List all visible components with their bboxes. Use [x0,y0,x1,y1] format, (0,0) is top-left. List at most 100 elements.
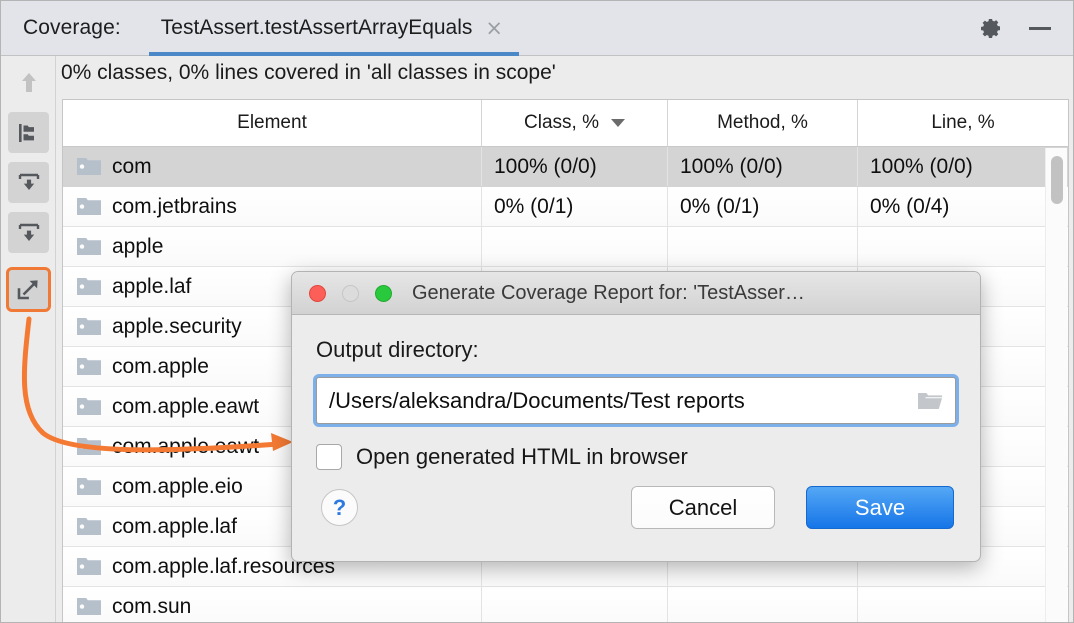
folder-icon [77,477,101,496]
table-cell-class: 0% (0/1) [482,187,668,226]
table-cell-method: 100% (0/0) [668,147,858,186]
table-cell-class [482,227,668,266]
table-cell-element: com [63,147,482,186]
table-header-row: Element Class, % Method, % Line, % [63,100,1068,147]
table-cell-line [858,587,1068,623]
open-html-checkbox-label[interactable]: Open generated HTML in browser [356,444,688,470]
cell-text: 0% (0/4) [870,195,949,219]
tab-test-assert[interactable]: TestAssert.testAssertArrayEquals × [149,1,519,56]
folder-icon [77,317,101,336]
generate-coverage-report-dialog: Generate Coverage Report for: 'TestAsser… [291,271,981,562]
dialog-titlebar: Generate Coverage Report for: 'TestAsser… [292,272,980,315]
cell-text: 0% (0/1) [680,195,759,219]
toolbar-up-arrow-button[interactable] [8,62,49,103]
output-directory-field[interactable]: /Users/aleksandra/Documents/Test reports [316,377,956,424]
column-header-label: Method, % [717,112,808,134]
cell-text: com.jetbrains [112,195,237,219]
cell-text: apple.security [112,315,242,339]
open-html-checkbox[interactable] [316,444,342,470]
folder-icon [77,397,101,416]
scrollbar-thumb[interactable] [1051,156,1063,204]
table-cell-method [668,227,858,266]
folder-icon [77,517,101,536]
table-cell-class: 100% (0/0) [482,147,668,186]
tab-active-underline [149,52,519,56]
dialog-body: Output directory: /Users/aleksandra/Docu… [292,315,980,470]
cell-text: apple.laf [112,275,191,299]
cell-text: 100% (0/0) [494,155,597,179]
close-icon[interactable]: × [485,18,503,39]
folder-icon [77,277,101,296]
table-row[interactable]: apple [63,227,1068,267]
toolbar-expand-all-button[interactable] [8,162,49,203]
up-arrow-icon [16,70,42,96]
column-header-label: Line, % [931,112,994,134]
cell-text: 0% (0/1) [494,195,573,219]
table-cell-class [482,587,668,623]
cell-text: 100% (0/0) [680,155,783,179]
zoom-button[interactable] [375,285,392,302]
folder-icon [77,237,101,256]
table-cell-line: 0% (0/4) [858,187,1068,226]
folder-icon [77,157,101,176]
open-html-checkbox-row[interactable]: Open generated HTML in browser [316,444,956,470]
table-cell-line [858,227,1068,266]
toolbar-collapse-all-button[interactable] [8,212,49,253]
table-row[interactable]: com.jetbrains 0% (0/1) 0% (0/1) 0% (0/4) [63,187,1068,227]
help-button[interactable]: ? [321,489,358,526]
coverage-label: Coverage: [23,16,121,40]
close-button[interactable] [309,285,326,302]
cell-text: com.apple.eawt [112,395,259,419]
column-header-element[interactable]: Element [63,100,482,146]
cell-text: 100% (0/0) [870,155,973,179]
coverage-toolbar [1,56,56,623]
cell-text: com [112,155,152,179]
table-cell-line: 100% (0/0) [858,147,1068,186]
toolbar-export-report-button[interactable] [8,269,49,310]
dialog-title: Generate Coverage Report for: 'TestAsser… [412,282,805,305]
coverage-summary: 0% classes, 0% lines covered in 'all cla… [61,61,556,85]
column-header-line[interactable]: Line, % [858,100,1068,146]
cell-text: com.sun [112,595,191,619]
tool-window-header: Coverage: TestAssert.testAssertArrayEqua… [1,1,1074,56]
cell-text: com.apple.eawt [112,435,259,459]
folder-icon [77,357,101,376]
folder-icon [77,557,101,576]
column-header-label: Class, % [524,112,599,134]
minimize-icon[interactable] [1029,27,1051,30]
coverage-tool-window: Coverage: TestAssert.testAssertArrayEqua… [0,0,1074,623]
folder-icon [77,197,101,216]
table-cell-element: apple [63,227,482,266]
folder-browse-icon[interactable] [917,390,943,411]
sort-descending-icon [611,119,625,127]
cancel-button[interactable]: Cancel [631,486,775,529]
cell-text: com.apple.laf [112,515,237,539]
toolbar-flatten-packages-button[interactable] [8,112,49,153]
column-header-label: Element [237,112,307,134]
tab-label: TestAssert.testAssertArrayEquals [161,16,473,40]
gear-icon[interactable] [979,16,1003,40]
table-row[interactable]: com 100% (0/0) 100% (0/0) 100% (0/0) [63,147,1068,187]
header-actions [979,16,1074,40]
cell-text: apple [112,235,163,259]
table-cell-element: com.sun [63,587,482,623]
table-cell-element: com.jetbrains [63,187,482,226]
folder-icon [77,597,101,616]
collapse-all-icon [16,220,42,246]
window-controls [309,285,392,302]
column-header-class[interactable]: Class, % [482,100,668,146]
table-cell-method [668,587,858,623]
export-report-icon [15,276,42,303]
folder-icon [77,437,101,456]
minimize-button [342,285,359,302]
output-directory-value[interactable]: /Users/aleksandra/Documents/Test reports [329,388,917,414]
column-header-method[interactable]: Method, % [668,100,858,146]
vertical-scrollbar[interactable] [1045,148,1067,623]
output-directory-label: Output directory: [316,337,956,363]
dialog-footer: ? Cancel Save [292,475,980,561]
expand-all-icon [16,170,42,196]
flatten-packages-icon [16,120,42,146]
cell-text: com.apple [112,355,209,379]
table-row[interactable]: com.sun [63,587,1068,623]
save-button[interactable]: Save [806,486,954,529]
